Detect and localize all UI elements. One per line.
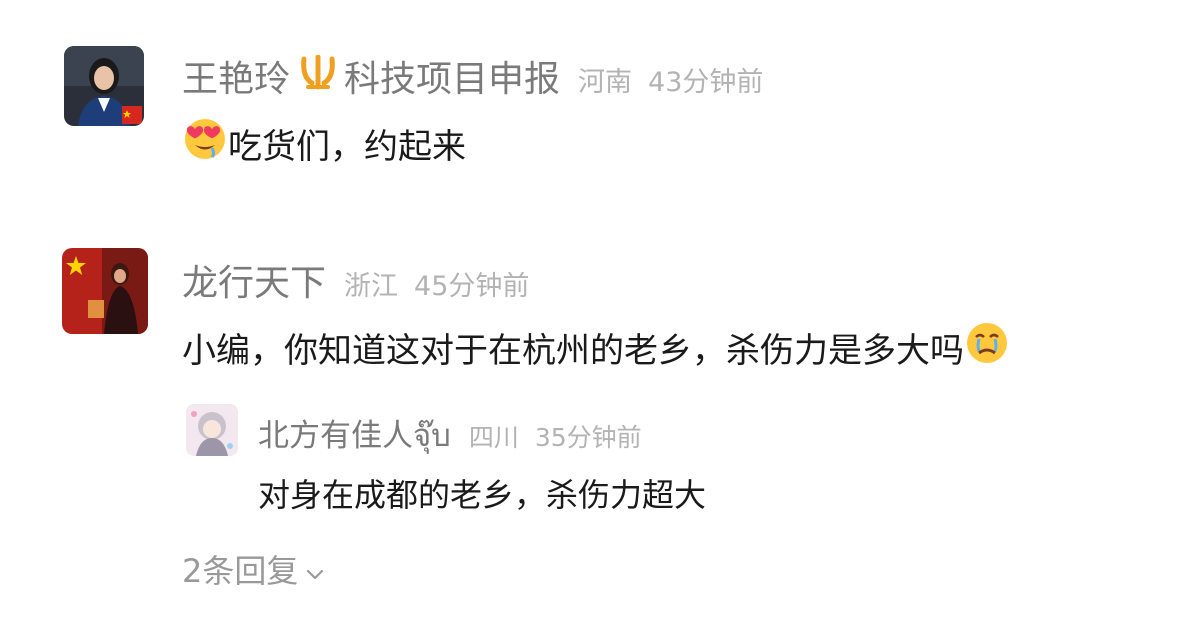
reply-avatar[interactable] bbox=[186, 404, 238, 456]
location-label: 浙江 bbox=[344, 271, 399, 302]
username[interactable]: 北方有佳人จุ๊บ bbox=[258, 410, 451, 460]
location-label: 河南 bbox=[578, 67, 633, 98]
gold-trident-badge-icon bbox=[298, 54, 338, 95]
more-replies-label: 2条回复 bbox=[182, 552, 299, 590]
comment-header: 龙行天下 浙江 45分钟前 bbox=[182, 254, 529, 306]
username[interactable]: 龙行天下 bbox=[182, 254, 326, 306]
reply-text: 对身在成都的老乡，杀伤力超大 bbox=[258, 470, 706, 516]
reply-header: 北方有佳人จุ๊บ 四川 35分钟前 bbox=[258, 410, 642, 460]
view-more-replies-button[interactable]: 2条回复 bbox=[182, 546, 324, 592]
comment-header: 王艳玲 科技项目申报 河南 43分钟前 bbox=[182, 50, 763, 102]
chevron-down-icon bbox=[306, 550, 324, 588]
timestamp: 45分钟前 bbox=[414, 271, 530, 302]
comment-text: 吃货们，约起来 bbox=[182, 116, 466, 171]
timestamp: 43分钟前 bbox=[648, 67, 764, 98]
comment-text-content: 吃货们，约起来 bbox=[228, 127, 466, 167]
comment-text: 小编，你知道这对于在杭州的老乡，杀伤力是多大吗 bbox=[182, 320, 1010, 375]
avatar[interactable] bbox=[64, 46, 144, 126]
crying-emoji bbox=[964, 320, 1010, 375]
comment-item: 龙行天下 浙江 45分钟前 小编，你知道这对于在杭州的老乡，杀伤力是多大吗 北方… bbox=[0, 230, 1200, 634]
timestamp: 35分钟前 bbox=[534, 423, 642, 452]
comment-text-content: 小编，你知道这对于在杭州的老乡，杀伤力是多大吗 bbox=[182, 331, 964, 371]
username[interactable]: 王艳玲 bbox=[182, 50, 290, 102]
location-label: 四川 bbox=[468, 423, 519, 452]
reply-text-content: 对身在成都的老乡，杀伤力超大 bbox=[258, 476, 707, 514]
avatar[interactable] bbox=[62, 248, 148, 334]
heart-eyes-emoji bbox=[182, 116, 228, 171]
comment-item: 王艳玲 科技项目申报 河南 43分钟前 吃货们，约起来 bbox=[0, 0, 1200, 200]
user-tagline: 科技项目申报 bbox=[344, 59, 561, 100]
